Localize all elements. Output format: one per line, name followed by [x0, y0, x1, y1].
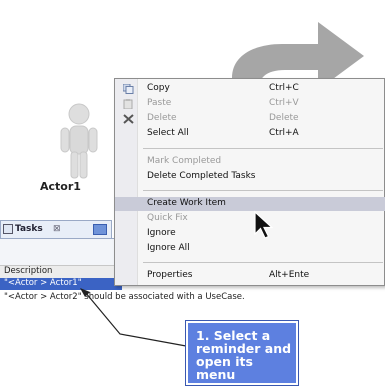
instruction-callout: 1. Select a reminder and open its menu [185, 320, 299, 386]
callout-text: 1. Select a reminder and open its menu [196, 328, 292, 382]
